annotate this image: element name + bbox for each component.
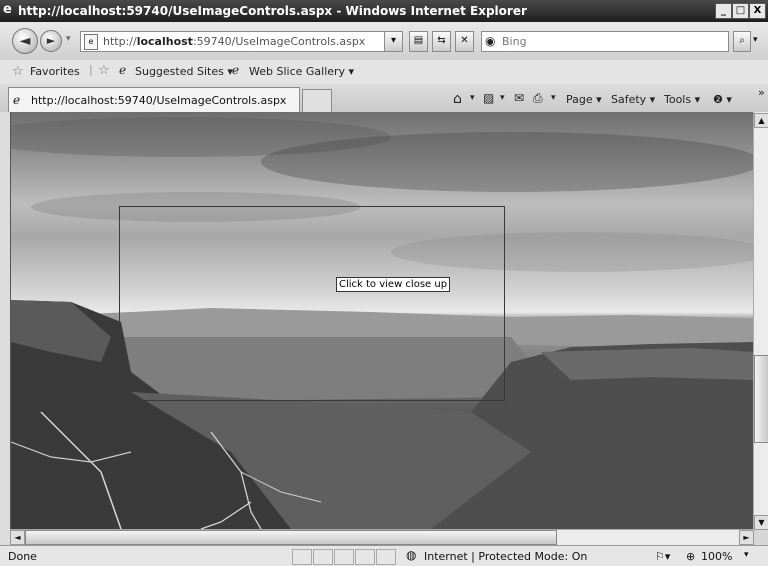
- favorites-bar: ☆ Favorites | ☆ ℯ Suggested Sites ▾ ℯ We…: [0, 60, 768, 84]
- page-icon: e: [84, 34, 98, 50]
- add-to-favorites-icon[interactable]: ☆: [98, 63, 110, 78]
- zoom-dropdown-icon[interactable]: ▾: [744, 550, 749, 560]
- mail-icon[interactable]: ✉: [514, 91, 524, 105]
- safety-menu[interactable]: Safety ▾: [611, 93, 655, 106]
- web-slice-gallery-link[interactable]: Web Slice Gallery ▾: [249, 65, 354, 78]
- search-placeholder: Bing: [502, 35, 527, 48]
- status-segment: [313, 549, 333, 565]
- horizontal-scroll-thumb[interactable]: [25, 530, 557, 545]
- favorites-star-icon: ☆: [12, 64, 24, 79]
- scroll-right-arrow-icon[interactable]: ►: [739, 530, 754, 545]
- web-slice-icon: ℯ: [232, 63, 240, 77]
- rss-dropdown-icon[interactable]: ▾: [500, 93, 505, 103]
- print-dropdown-icon[interactable]: ▾: [551, 93, 556, 103]
- stop-icon: ✕: [460, 35, 469, 46]
- hotspot-region[interactable]: [119, 206, 505, 401]
- hotspot-tooltip: Click to view close up: [336, 277, 451, 292]
- tab-bar: ℯ http://localhost:59740/UseImageControl…: [0, 84, 768, 113]
- new-tab-button[interactable]: [302, 89, 332, 112]
- forward-icon: ►: [46, 34, 56, 47]
- bing-icon: ◉: [485, 34, 496, 48]
- home-icon[interactable]: ⌂: [453, 91, 462, 107]
- protected-mode-icon[interactable]: ⚐▾: [655, 550, 670, 563]
- suggested-sites-icon: ℯ: [119, 63, 127, 77]
- tab-title: http://localhost:59740/UseImageControls.…: [31, 94, 287, 107]
- ie-logo-icon: e: [3, 2, 12, 17]
- scroll-down-arrow-icon[interactable]: ▼: [754, 515, 768, 530]
- search-button[interactable]: ⌕: [733, 31, 751, 52]
- search-input[interactable]: ◉ Bing: [481, 31, 729, 52]
- home-dropdown-icon[interactable]: ▾: [470, 93, 475, 103]
- status-segment: [292, 549, 312, 565]
- tab-active[interactable]: ℯ http://localhost:59740/UseImageControl…: [8, 87, 300, 112]
- address-dropdown-button[interactable]: ▾: [384, 31, 403, 52]
- search-options-icon[interactable]: ▾: [753, 35, 758, 45]
- scroll-left-arrow-icon[interactable]: ◄: [10, 530, 25, 545]
- favorites-button[interactable]: Favorites: [30, 65, 80, 78]
- refresh-button[interactable]: ⇆: [432, 31, 451, 52]
- tab-ie-icon: ℯ: [13, 93, 21, 107]
- more-commands[interactable]: »: [758, 86, 765, 99]
- status-segment: [355, 549, 375, 565]
- status-bar: Done ◍ Internet | Protected Mode: On ⚐▾ …: [0, 545, 768, 566]
- vertical-scrollbar[interactable]: [753, 112, 768, 529]
- back-button[interactable]: ◄: [12, 28, 38, 54]
- status-text: Done: [8, 550, 37, 563]
- suggested-sites-link[interactable]: Suggested Sites ▾: [135, 65, 233, 78]
- stop-button[interactable]: ✕: [455, 31, 474, 52]
- zoom-level[interactable]: 100%: [701, 550, 732, 563]
- status-segment: [376, 549, 396, 565]
- page-menu[interactable]: Page ▾: [566, 93, 602, 106]
- navigation-bar: ◄ ► ▾ e http://localhost:59740/UseImageC…: [0, 22, 768, 60]
- status-segment: [334, 549, 354, 565]
- title-bar: e http://localhost:59740/UseImageControl…: [0, 0, 768, 22]
- recent-pages-dropdown-icon[interactable]: ▾: [66, 34, 71, 44]
- restore-button[interactable]: □: [732, 3, 749, 19]
- print-icon[interactable]: ⎙: [533, 91, 543, 106]
- compatibility-icon: ▤: [413, 35, 424, 46]
- back-icon: ◄: [19, 33, 31, 49]
- minimize-button[interactable]: _: [715, 3, 732, 19]
- zoom-icon: ⊕: [686, 550, 696, 563]
- help-menu[interactable]: ❷ ▾: [713, 93, 732, 106]
- forward-button[interactable]: ►: [40, 30, 62, 52]
- globe-icon: ◍: [406, 548, 417, 562]
- search-icon: ⌕: [739, 35, 745, 46]
- address-url: http://localhost:59740/UseImageControls.…: [103, 35, 366, 48]
- tools-menu[interactable]: Tools ▾: [664, 93, 700, 106]
- scroll-up-arrow-icon[interactable]: ▲: [754, 113, 768, 128]
- security-zone[interactable]: Internet | Protected Mode: On: [424, 550, 587, 563]
- address-field[interactable]: e http://localhost:59740/UseImageControl…: [80, 31, 402, 52]
- close-button[interactable]: X: [749, 3, 766, 19]
- vertical-scroll-thumb[interactable]: [754, 355, 768, 443]
- rss-icon[interactable]: ▨: [483, 91, 494, 105]
- separator: |: [89, 63, 93, 76]
- page-content: Click to view close up: [10, 112, 754, 529]
- window-title: http://localhost:59740/UseImageControls.…: [18, 4, 527, 18]
- refresh-icon: ⇆: [437, 35, 446, 46]
- compatibility-view-button[interactable]: ▤: [409, 31, 428, 52]
- content-gutter: [0, 112, 10, 545]
